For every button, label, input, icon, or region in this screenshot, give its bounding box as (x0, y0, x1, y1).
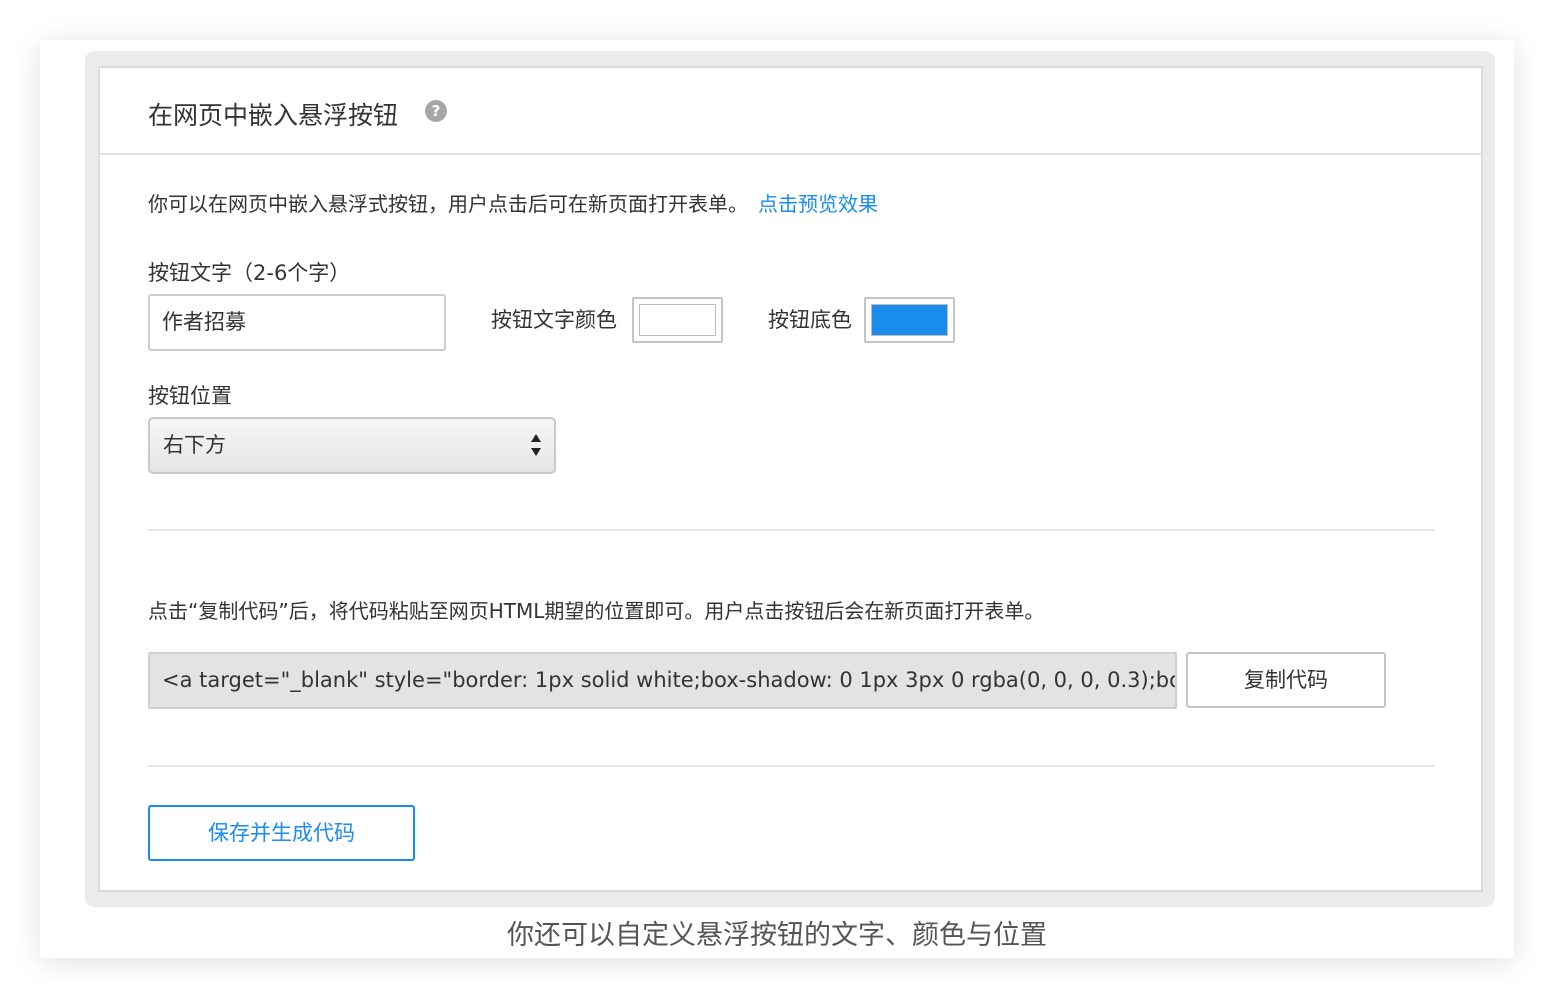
section-divider (148, 529, 1435, 531)
panel-title: 在网页中嵌入悬浮按钮 (148, 101, 399, 130)
bg-color-picker[interactable] (864, 297, 955, 343)
button-text-input[interactable]: 作者招募 (148, 294, 446, 351)
button-text-label: 按钮文字（2-6个字） (148, 261, 351, 285)
select-updown-icon (531, 434, 541, 456)
position-selected-value: 右下方 (163, 433, 226, 457)
description-text: 你可以在网页中嵌入悬浮式按钮，用户点击后可在新页面打开表单。 (148, 192, 748, 216)
save-and-generate-button[interactable]: 保存并生成代码 (148, 805, 415, 861)
embed-float-button-panel: 在网页中嵌入悬浮按钮 ? 你可以在网页中嵌入悬浮式按钮，用户点击后可在新页面打开… (98, 66, 1483, 892)
text-color-picker[interactable] (632, 297, 723, 343)
panel-header: 在网页中嵌入悬浮按钮 ? (100, 68, 1481, 155)
position-select[interactable]: 右下方 (148, 417, 556, 474)
text-color-label: 按钮文字颜色 (491, 308, 617, 332)
preview-link[interactable]: 点击预览效果 (758, 192, 878, 216)
copy-code-button[interactable]: 复制代码 (1186, 652, 1386, 708)
panel-description: 你可以在网页中嵌入悬浮式按钮，用户点击后可在新页面打开表单。 点击预览效果 (148, 188, 878, 217)
caption-text: 你还可以自定义悬浮按钮的文字、颜色与位置 (507, 920, 1047, 951)
bg-color-label: 按钮底色 (768, 308, 852, 332)
bg-color-swatch (871, 304, 948, 336)
position-label: 按钮位置 (148, 384, 232, 408)
section-divider (148, 765, 1435, 767)
text-color-swatch (639, 304, 716, 336)
embed-code-field[interactable]: <a target="_blank" style="border: 1px so… (148, 652, 1177, 709)
question-circle-icon[interactable]: ? (425, 100, 447, 122)
copy-instruction: 点击“复制代码”后，将代码粘贴至网页HTML期望的位置即可。用户点击按钮后会在新… (148, 599, 1045, 623)
